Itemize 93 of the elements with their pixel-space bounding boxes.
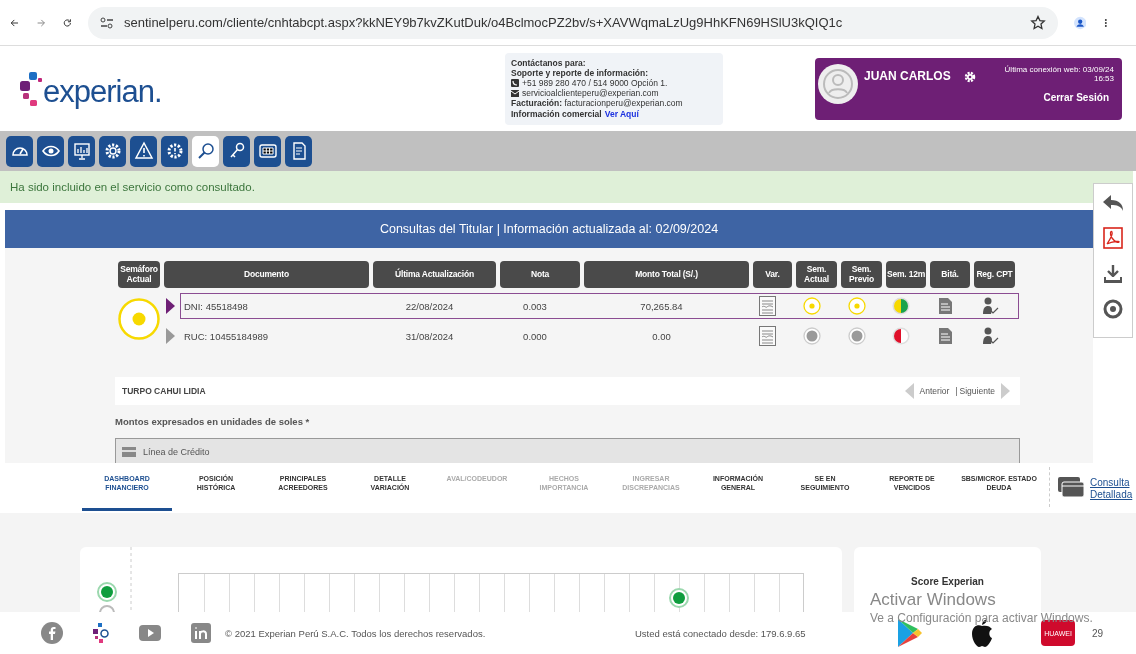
windows-icon bbox=[1058, 477, 1084, 497]
warning-icon bbox=[132, 140, 155, 162]
column-header: Reg. CPT bbox=[974, 261, 1015, 288]
column-header: Sem. 12m bbox=[886, 261, 926, 288]
view-link[interactable]: Ver Aquí bbox=[604, 108, 639, 119]
column-header: Documento bbox=[164, 261, 369, 288]
traffic-light-icon bbox=[118, 298, 160, 340]
grid-button[interactable] bbox=[254, 135, 281, 167]
contact-subtitle: Soporte y reporte de información: bbox=[511, 67, 649, 78]
logo-text: experian. bbox=[43, 73, 162, 110]
next-link[interactable]: Siguiente bbox=[959, 386, 995, 396]
contact-title: Contáctanos para: bbox=[511, 57, 587, 68]
semaphore-icon bbox=[892, 327, 910, 345]
count-text: 29 bbox=[1092, 627, 1104, 639]
activation-title: Activar Windows bbox=[870, 589, 997, 611]
contact-email: servicioalclienteperu@experian.com bbox=[522, 88, 659, 99]
site-settings-icon bbox=[99, 16, 114, 29]
person-name: TURPO CAHUI LIDIA bbox=[122, 386, 207, 396]
reply-arrow-icon[interactable] bbox=[1102, 194, 1124, 212]
video-icon[interactable] bbox=[139, 625, 161, 641]
user-check-icon[interactable] bbox=[980, 297, 999, 315]
mail-icon bbox=[511, 89, 519, 97]
detailed-query-link[interactable]: Consulta Detallada bbox=[1090, 477, 1133, 501]
search-button[interactable] bbox=[192, 135, 219, 167]
file-icon[interactable] bbox=[938, 328, 952, 344]
chart-button[interactable] bbox=[68, 135, 95, 167]
file-icon[interactable] bbox=[938, 298, 952, 314]
status-dot-icon bbox=[847, 327, 866, 345]
status-dot-icon bbox=[802, 297, 821, 315]
column-header: Monto Total (S/.) bbox=[584, 261, 749, 288]
connection-text: Usted está conectado desde: 179.6.9.65 bbox=[635, 627, 807, 639]
score-title: Score Experian bbox=[911, 576, 984, 588]
column-header: Semáforo Actual bbox=[118, 261, 160, 288]
status-dot-icon bbox=[847, 297, 866, 315]
download-icon[interactable] bbox=[1103, 264, 1123, 284]
notice-message: Ha sido incluido en el servicio como consultado. bbox=[0, 171, 1133, 203]
commercial-label: Información comercial bbox=[511, 108, 602, 119]
copyright-text: © 2021 Experian Perú S.A.C. Todos los derechos reservados. bbox=[225, 627, 487, 639]
table-cell-text: RUC: 10455184989 bbox=[183, 330, 269, 342]
user-check-icon[interactable] bbox=[980, 327, 999, 345]
column-header: Última Actualización bbox=[373, 261, 496, 288]
table-cell-text: 0.00 bbox=[651, 330, 672, 342]
logout-link[interactable]: Cerrar Sesión bbox=[1043, 91, 1109, 103]
gear-alert-button[interactable] bbox=[161, 135, 188, 167]
table-cell-text: 70,265.84 bbox=[639, 300, 684, 312]
table-row[interactable]: RUC: 10455184989 31/08/2024 0.000 0.00 bbox=[180, 323, 1019, 349]
warning-button[interactable] bbox=[130, 135, 157, 167]
dots-logo-icon[interactable] bbox=[93, 623, 109, 643]
section-title-bar: Consultas del Titular | Información actualizada al: 02/09/2024 bbox=[5, 210, 1093, 248]
table-cell-text: 31/08/2024 bbox=[404, 330, 455, 342]
key-button[interactable] bbox=[223, 135, 250, 167]
column-header: Sem. Previo bbox=[841, 261, 882, 288]
gear-button[interactable] bbox=[99, 135, 126, 167]
eye-ring-icon[interactable] bbox=[1103, 299, 1123, 319]
address-bar[interactable]: sentinelperu.com/cliente/cnhtabcpt.aspx?kkNEY9b7kvZKutDuk/o4BclmocPZ2bv/s+XAVWqmaLzUg9HhKFN69HSlU3kQIQ1c bbox=[87, 6, 1058, 39]
card-icon bbox=[122, 447, 136, 457]
semaphore-icon bbox=[892, 297, 910, 315]
last-connection-time: 16:53 bbox=[1093, 74, 1114, 84]
expand-arrow-icon bbox=[166, 328, 175, 344]
facebook-icon[interactable] bbox=[41, 622, 63, 644]
column-header: Sem. Actual bbox=[796, 261, 837, 288]
expand-arrow-icon bbox=[166, 298, 175, 314]
avatar-icon bbox=[818, 63, 858, 104]
column-header: Nota bbox=[500, 261, 580, 288]
table-cell-text: DNI: 45518498 bbox=[183, 300, 249, 312]
table-cell-text: 0.003 bbox=[522, 300, 548, 312]
column-header: Var. bbox=[753, 261, 792, 288]
column-header: Bitá. bbox=[930, 261, 970, 288]
logo-dots-icon bbox=[20, 71, 42, 106]
billing-text: Facturación: facturacionperu@experian.com bbox=[511, 98, 684, 109]
pdf-icon[interactable] bbox=[1103, 227, 1123, 249]
phone-icon bbox=[511, 79, 519, 87]
report-icon[interactable] bbox=[759, 326, 776, 346]
report-icon[interactable] bbox=[759, 296, 776, 316]
star-icon[interactable] bbox=[1029, 14, 1046, 31]
contact-phone: +51 989 280 470 / 514 9000 Opción 1. bbox=[522, 77, 668, 89]
separator-text: | bbox=[955, 386, 958, 396]
credit-line-title: Línea de Crédito bbox=[143, 447, 210, 457]
last-connection: Última conexión web: 03/09/24 bbox=[1004, 64, 1114, 74]
document-button[interactable] bbox=[285, 135, 312, 167]
table-cell-text: 22/08/2024 bbox=[404, 300, 455, 312]
table-row[interactable]: DNI: 45518498 22/08/2024 0.003 70,265.84 bbox=[180, 293, 1019, 319]
credit-line-panel[interactable]: Línea de Crédito bbox=[115, 438, 1020, 466]
linkedin-icon[interactable] bbox=[191, 623, 211, 643]
settings-icon[interactable] bbox=[964, 70, 976, 83]
status-dot-icon bbox=[802, 327, 821, 345]
user-name: JUAN CARLOS bbox=[864, 68, 952, 83]
table-cell-text: 0.000 bbox=[522, 330, 548, 342]
gauge-button[interactable] bbox=[6, 135, 33, 167]
eye-button[interactable] bbox=[37, 135, 64, 167]
url-text: sentinelperu.com/cliente/cnhtabcpt.aspx?kkNEY9b7kvZKutDuk/o4BclmocPZ2bv/s+XAVWqmaLzUg9HhKFN69HSlU3kQIQ1c bbox=[123, 15, 843, 30]
amounts-note: Montos expresados en unidades de soles * bbox=[115, 416, 311, 427]
previous-link[interactable]: Anterior bbox=[919, 386, 950, 396]
